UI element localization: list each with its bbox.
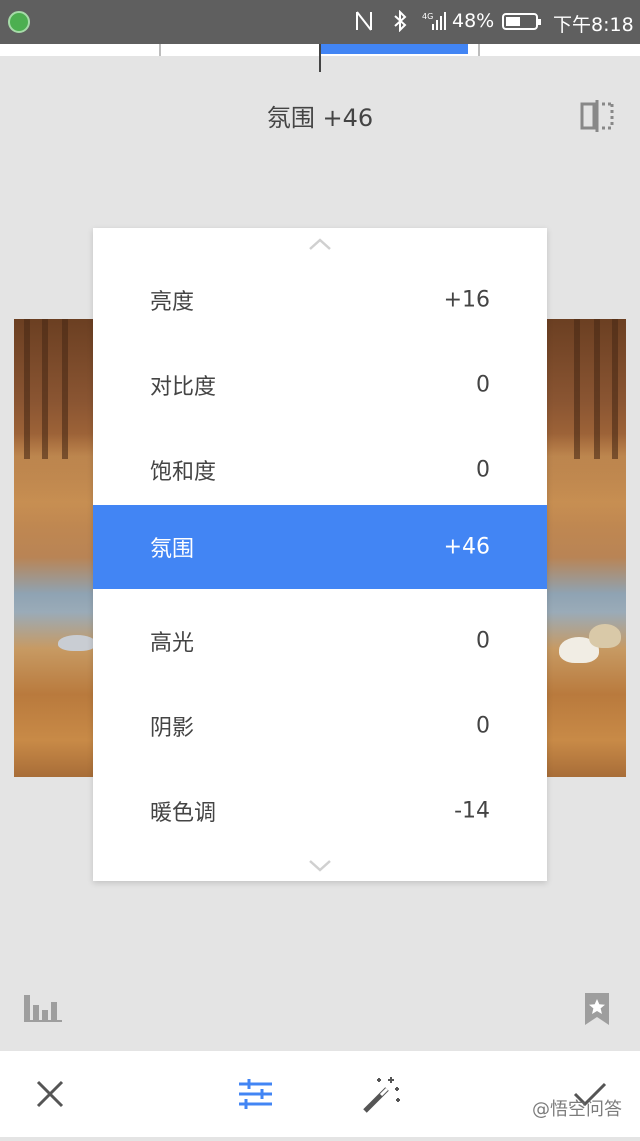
status-bar: 4G 48% 下午8:18: [0, 0, 640, 44]
network-type-label: 4G: [422, 12, 433, 21]
auto-enhance-button[interactable]: [343, 1051, 423, 1137]
menu-item-label: 饱和度: [150, 460, 217, 485]
battery-percent: 48%: [452, 10, 495, 32]
menu-item-highlights[interactable]: 高光 0: [93, 599, 547, 683]
apply-button[interactable]: [550, 1051, 630, 1137]
menu-item-label: 暖色调: [150, 801, 217, 826]
bottom-toolbar: [0, 1051, 640, 1137]
compare-split-icon[interactable]: [580, 100, 614, 136]
histogram-icon[interactable]: [23, 993, 63, 1027]
swan-figure: [589, 624, 621, 648]
slider-tick: [478, 44, 480, 56]
menu-item-ambiance[interactable]: 氛围 +46: [93, 505, 547, 589]
watermark: @悟空问答: [532, 1099, 622, 1120]
menu-item-label: 高光: [150, 631, 195, 656]
menu-item-value: -14: [454, 798, 490, 824]
check-icon: [573, 1082, 607, 1107]
magic-wand-icon: [363, 1077, 400, 1113]
menu-item-value: 0: [476, 372, 490, 398]
app-notification-icon: [8, 11, 30, 33]
menu-item-value: +46: [443, 534, 490, 560]
swan-figure: [58, 635, 96, 651]
sliders-icon: [239, 1079, 272, 1109]
menu-item-value: 0: [476, 628, 490, 654]
menu-item-saturation[interactable]: 饱和度 0: [93, 428, 547, 512]
chevron-down-icon[interactable]: [308, 858, 332, 872]
slider-center-marker: [319, 44, 321, 72]
nfc-icon: [354, 10, 374, 37]
menu-item-contrast[interactable]: 对比度 0: [93, 343, 547, 427]
menu-item-brightness[interactable]: 亮度 +16: [93, 258, 547, 342]
menu-item-warmth[interactable]: 暖色调 -14: [93, 769, 547, 853]
battery-icon: [502, 13, 541, 30]
close-icon: [36, 1080, 64, 1108]
slider-fill: [320, 44, 468, 54]
menu-item-label: 亮度: [150, 290, 195, 315]
menu-item-shadows[interactable]: 阴影 0: [93, 684, 547, 768]
slider-tick: [159, 44, 161, 56]
chevron-up-icon[interactable]: [308, 236, 332, 250]
signal-icon: 4G: [422, 10, 446, 37]
bookmark-star-icon[interactable]: [584, 992, 610, 1030]
menu-item-value: 0: [476, 457, 490, 483]
menu-item-label: 对比度: [150, 375, 217, 400]
menu-item-value: 0: [476, 713, 490, 739]
adjustment-title: 氛围 +46: [266, 104, 374, 132]
clock: 下午8:18: [553, 14, 634, 36]
cancel-button[interactable]: [10, 1051, 90, 1137]
adjustment-menu: 亮度 +16 对比度 0 饱和度 0 氛围 +46 高光 0 阴影 0 暖色调 …: [93, 228, 547, 881]
adjust-tools-button[interactable]: [216, 1051, 296, 1137]
bluetooth-icon: [392, 9, 408, 37]
menu-item-label: 氛围: [150, 537, 195, 562]
menu-item-label: 阴影: [150, 716, 195, 741]
menu-item-value: +16: [443, 287, 490, 313]
